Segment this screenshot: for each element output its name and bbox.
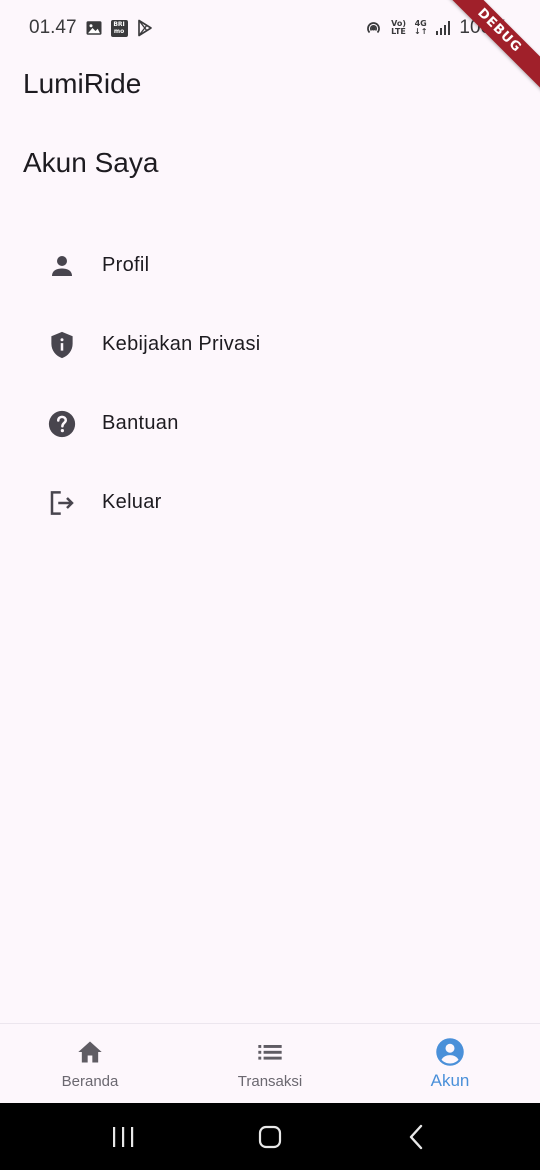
menu-item-keluar[interactable]: Keluar [0,463,540,542]
debug-banner: DEBUG [430,0,540,110]
brimo-top: BRI [113,21,125,28]
nav-item-transaksi[interactable]: Transaksi [180,1024,360,1103]
play-store-icon [136,19,154,37]
account-circle-icon [435,1037,465,1067]
nav-label: Beranda [61,1073,119,1090]
nav-item-akun[interactable]: Akun [360,1024,540,1103]
volte-icon: Vo) LTE [391,20,406,36]
bottom-nav: Beranda Transaksi Akun [0,1023,540,1103]
network-type: 4G ↓↑ [414,20,427,36]
menu-label: Profil [102,254,150,276]
hotspot-icon [364,19,383,38]
debug-label: DEBUG [438,0,540,92]
nav-label: Transaksi [237,1073,303,1090]
home-button-icon[interactable] [250,1117,290,1157]
menu-label: Keluar [102,491,162,513]
brimo-bottom: mo [113,28,125,35]
app-title: LumiRide [23,68,142,99]
status-time: 01.47 [29,17,77,38]
nav-label: Akun [430,1071,470,1090]
shield-icon [46,329,78,361]
account-menu: Profil Kebijakan Privasi Bantuan Keluar [0,226,540,542]
page-title: Akun Saya [23,147,159,178]
home-icon [75,1037,105,1067]
menu-item-bantuan[interactable]: Bantuan [0,384,540,463]
menu-item-profil[interactable]: Profil [0,226,540,305]
help-icon [46,408,78,440]
menu-label: Bantuan [102,412,179,434]
menu-label: Kebijakan Privasi [102,333,261,355]
status-left: 01.47 BRI mo [29,17,154,39]
recent-apps-icon[interactable] [103,1117,143,1157]
menu-item-privacy[interactable]: Kebijakan Privasi [0,305,540,384]
volte-bottom: LTE [391,27,406,36]
person-icon [46,250,78,282]
logout-icon [46,487,78,519]
brimo-icon: BRI mo [110,19,128,37]
screen: 01.47 BRI mo Vo) LTE 4G ↓↑ DEBUG LumiRid… [0,0,540,1170]
system-nav-bar [0,1103,540,1170]
list-icon [255,1037,285,1067]
data-arrows-icon: ↓↑ [413,27,428,36]
gallery-icon [85,19,103,37]
nav-item-beranda[interactable]: Beranda [0,1024,180,1103]
back-icon[interactable] [397,1117,437,1157]
